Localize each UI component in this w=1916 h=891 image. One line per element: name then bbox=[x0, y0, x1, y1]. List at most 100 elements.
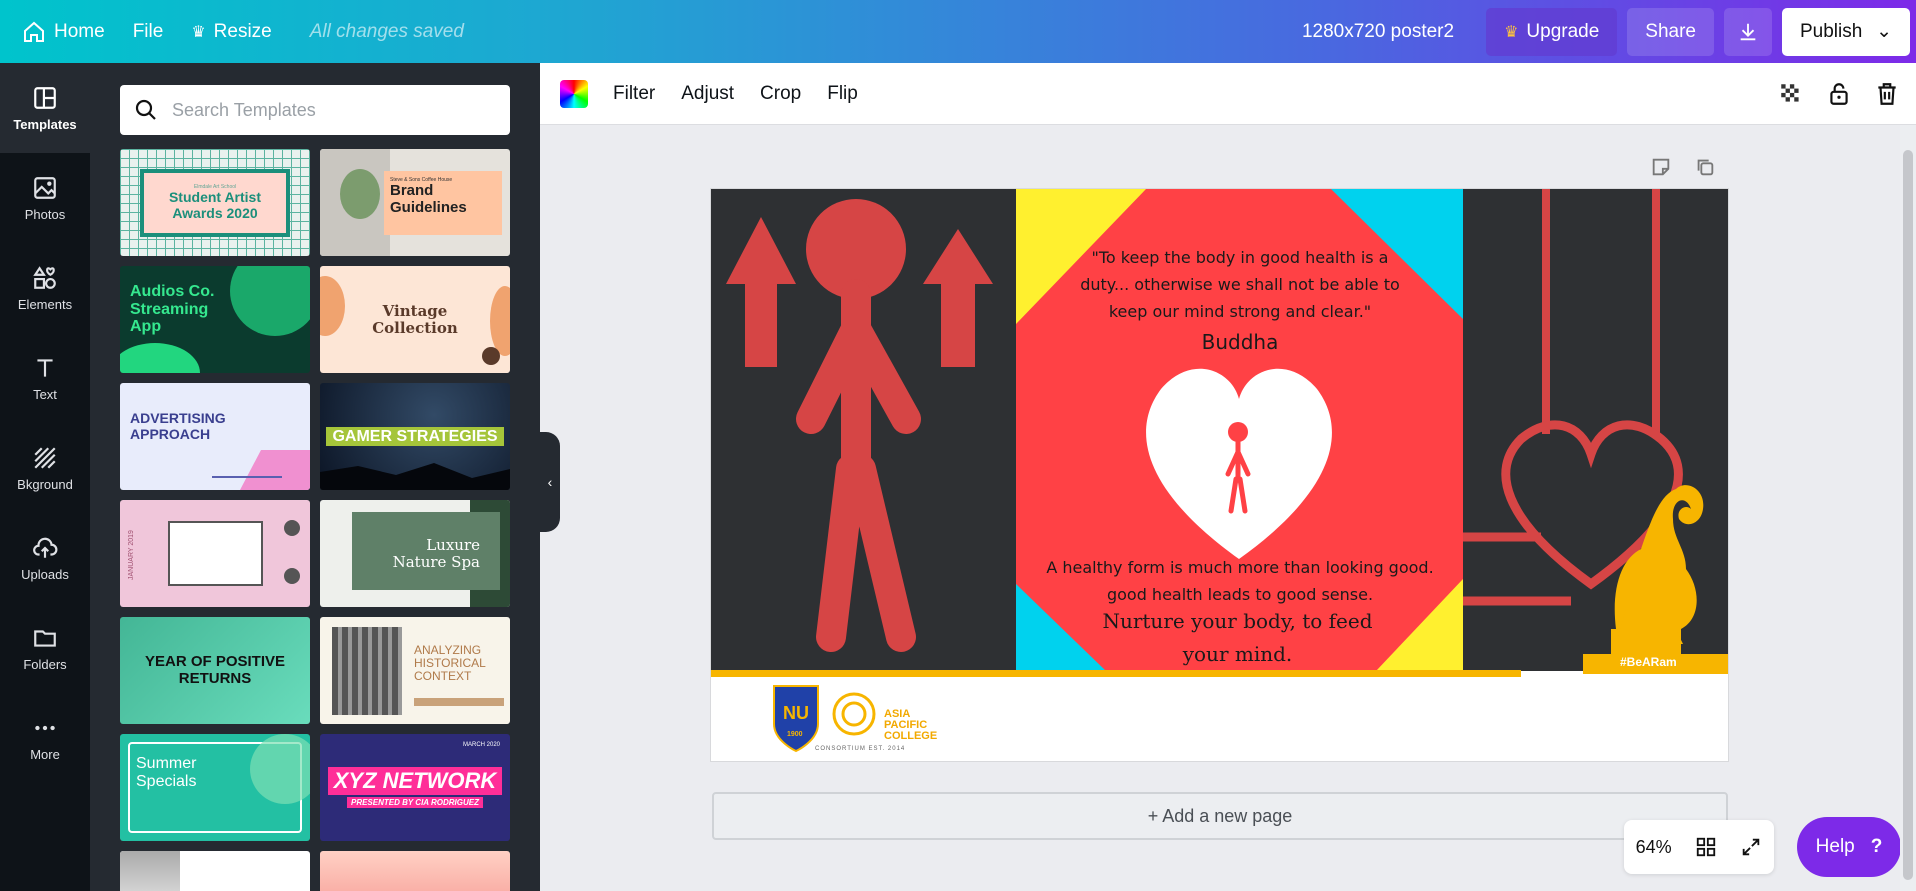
folders-icon bbox=[34, 629, 56, 647]
publish-button[interactable]: Publish ⌄ bbox=[1782, 7, 1910, 56]
resize-label: Resize bbox=[213, 20, 272, 42]
page-actions bbox=[1650, 156, 1716, 178]
rail-label: More bbox=[30, 746, 60, 762]
rail-label: Text bbox=[33, 386, 57, 402]
template-card[interactable]: ADVERTISING APPROACH bbox=[120, 383, 310, 490]
resize-button[interactable]: ♛ Resize bbox=[177, 0, 285, 63]
quote-text[interactable]: "To keep the body in good health is a du… bbox=[1080, 244, 1400, 325]
rail-label: Photos bbox=[24, 206, 66, 222]
search-box bbox=[120, 85, 510, 135]
template-card[interactable]: ANALYZING HISTORICAL CONTEXT bbox=[320, 617, 510, 724]
templates-icon bbox=[34, 86, 56, 109]
template-title: YEAR OF POSITIVE RETURNS bbox=[144, 653, 286, 687]
editor-toolbar: Filter Adjust Crop Flip bbox=[540, 63, 1916, 125]
trash-icon[interactable] bbox=[1874, 81, 1900, 107]
template-grid: Elmdale Art School Student Artist Awards… bbox=[120, 149, 520, 891]
download-button[interactable] bbox=[1724, 7, 1772, 56]
rail-label: Templates bbox=[13, 116, 77, 132]
template-card[interactable] bbox=[120, 851, 310, 891]
crown-icon: ♛ bbox=[191, 23, 206, 41]
note-icon[interactable] bbox=[1650, 156, 1672, 178]
body-text[interactable]: A healthy form is much more than looking… bbox=[1040, 554, 1440, 608]
zoom-level[interactable]: 64% bbox=[1636, 837, 1672, 858]
template-kicker: MARCH 2020 bbox=[462, 742, 500, 748]
upgrade-button[interactable]: ♛ Upgrade bbox=[1486, 7, 1618, 56]
upgrade-label: Upgrade bbox=[1526, 20, 1600, 42]
templates-panel: Elmdale Art School Student Artist Awards… bbox=[90, 63, 540, 891]
template-card[interactable]: Luxure Nature Spa bbox=[320, 500, 510, 607]
fullscreen-icon[interactable] bbox=[1740, 836, 1762, 858]
tagline-text[interactable]: Nurture your body, to feed your mind. bbox=[1100, 605, 1375, 671]
text-icon bbox=[37, 358, 53, 377]
color-picker[interactable] bbox=[560, 79, 588, 108]
uploads-icon bbox=[33, 537, 58, 558]
file-menu[interactable]: File bbox=[119, 0, 178, 63]
rail-label: Bkground bbox=[17, 476, 73, 492]
rail-text[interactable]: Text bbox=[0, 333, 90, 423]
rail-more[interactable]: More bbox=[0, 693, 90, 783]
chevron-down-icon: ⌄ bbox=[1876, 21, 1892, 42]
flip-button[interactable]: Flip bbox=[814, 83, 871, 105]
template-card[interactable]: Elmdale Art School Student Artist Awards… bbox=[120, 149, 310, 256]
template-title: GAMER STRATEGIES bbox=[326, 426, 504, 447]
logo-caption: CONSORTIUM EST. 2014 bbox=[815, 746, 906, 752]
template-card[interactable]: Audios Co. Streaming App bbox=[120, 266, 310, 373]
question-mark-icon: ? bbox=[1870, 836, 1883, 857]
crop-button[interactable]: Crop bbox=[747, 83, 814, 105]
rail-folders[interactable]: Folders bbox=[0, 603, 90, 693]
duplicate-page-icon[interactable] bbox=[1694, 156, 1716, 178]
rail-background[interactable]: Bkground bbox=[0, 423, 90, 513]
adjust-button[interactable]: Adjust bbox=[668, 83, 747, 105]
hashtag-text[interactable]: #BeARam bbox=[1620, 655, 1677, 669]
publish-label: Publish bbox=[1800, 20, 1863, 42]
apc-logo-text: ASIA PACIFIC COLLEGE bbox=[884, 708, 938, 742]
template-title: ANALYZING HISTORICAL CONTEXT bbox=[414, 642, 486, 684]
rail-uploads[interactable]: Uploads bbox=[0, 513, 90, 603]
template-title: Student Artist Awards 2020 bbox=[168, 189, 262, 221]
top-bar: Home File ♛ Resize All changes saved 128… bbox=[0, 0, 1916, 63]
toolbar-right-actions bbox=[1778, 63, 1916, 125]
template-card[interactable]: GAMER STRATEGIES bbox=[320, 383, 510, 490]
nu-shield-year: 1900 bbox=[787, 731, 803, 738]
help-button[interactable]: Help ? bbox=[1797, 817, 1901, 877]
help-label: Help bbox=[1815, 836, 1855, 857]
grid-view-icon[interactable] bbox=[1695, 836, 1717, 858]
photos-icon bbox=[34, 176, 56, 199]
template-card[interactable]: Vintage Collection bbox=[320, 266, 510, 373]
template-card[interactable] bbox=[320, 851, 510, 891]
chevron-left-icon: ‹ bbox=[547, 474, 553, 490]
unlock-icon[interactable] bbox=[1826, 81, 1852, 107]
home-button[interactable]: Home bbox=[8, 0, 119, 63]
rail-templates[interactable]: Templates bbox=[0, 63, 90, 153]
share-button[interactable]: Share bbox=[1627, 7, 1714, 56]
document-title[interactable]: 1280x720 poster2 bbox=[1302, 21, 1454, 43]
quote-author[interactable]: Buddha bbox=[1120, 330, 1360, 354]
collapse-panel-button[interactable]: ‹ bbox=[540, 432, 560, 532]
template-card[interactable]: MARCH 2020 XYZ NETWORK PRESENTED BY CIA … bbox=[320, 734, 510, 841]
svg-text:NU: NU bbox=[783, 703, 809, 723]
template-card[interactable]: YEAR OF POSITIVE RETURNS bbox=[120, 617, 310, 724]
template-title: Vintage Collection bbox=[372, 302, 458, 337]
more-icon bbox=[35, 725, 55, 730]
template-card[interactable]: Summer Specials bbox=[120, 734, 310, 841]
file-label: File bbox=[132, 20, 164, 42]
rail-photos[interactable]: Photos bbox=[0, 153, 90, 243]
transparency-icon[interactable] bbox=[1778, 81, 1804, 107]
rail-elements[interactable]: Elements bbox=[0, 243, 90, 333]
add-page-button[interactable]: + Add a new page bbox=[712, 792, 1728, 840]
rail-label: Uploads bbox=[21, 566, 69, 582]
rail-label: Elements bbox=[17, 296, 73, 312]
template-subtitle: PRESENTED BY CIA RODRIGUEZ bbox=[346, 797, 483, 809]
crown-icon: ♛ bbox=[1504, 23, 1519, 41]
template-card[interactable]: Steve & Sons Coffee House Brand Guidelin… bbox=[320, 149, 510, 256]
search-input[interactable] bbox=[172, 99, 492, 121]
zoom-controls: 64% bbox=[1624, 820, 1774, 874]
template-title: ADVERTISING APPROACH bbox=[130, 410, 226, 442]
scrollbar-thumb[interactable] bbox=[1903, 150, 1913, 880]
template-title: Summer Specials bbox=[136, 754, 197, 790]
template-kicker: Elmdale Art School bbox=[193, 184, 237, 191]
filter-button[interactable]: Filter bbox=[600, 83, 668, 105]
save-status: All changes saved bbox=[309, 20, 464, 42]
template-card[interactable]: JANUARY 2019 bbox=[120, 500, 310, 607]
search-icon bbox=[135, 99, 156, 120]
